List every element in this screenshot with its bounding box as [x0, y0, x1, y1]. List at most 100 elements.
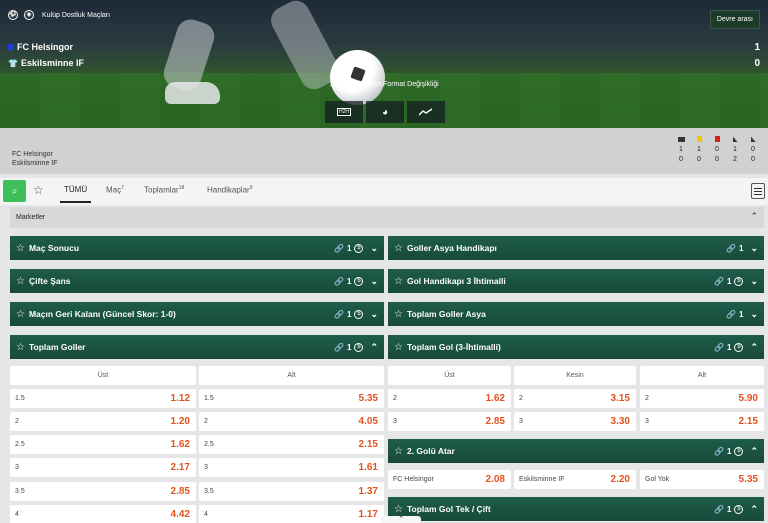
tab-match[interactable]: Maç7	[106, 185, 124, 195]
chevron-down-icon: ⌄	[750, 242, 758, 253]
dollar-icon: $	[734, 342, 744, 352]
home-team-name: FC Helsingor	[17, 42, 74, 52]
column-header-exact: Kesin	[514, 366, 636, 385]
tab-totals[interactable]: Toplamlar18	[144, 185, 184, 195]
market-title: Maç Sonucu	[28, 243, 80, 253]
dollar-icon: $	[734, 504, 744, 514]
market-count: 1	[727, 276, 732, 286]
home-team: FC Helsingor	[8, 42, 73, 52]
betslip-handle[interactable]: ⌃	[381, 516, 421, 523]
stats-button[interactable]: ◕	[366, 101, 404, 123]
market-count: 1	[739, 243, 744, 253]
star-icon[interactable]: ☆	[16, 309, 25, 320]
star-icon[interactable]: ☆	[394, 243, 403, 254]
odd-over-cell[interactable]: 2.5 1.62	[10, 435, 196, 454]
market-count: 1	[347, 309, 352, 319]
column-header-over: Üst	[10, 366, 196, 385]
odd-under-cell[interactable]: 2 4.05	[199, 412, 384, 431]
odd-over-cell[interactable]: 1.5 1.12	[10, 389, 196, 408]
stat-away-value: 0	[697, 156, 701, 163]
soccer-ball-icon: ⚽	[8, 10, 18, 20]
star-icon[interactable]: ☆	[16, 276, 25, 287]
world-icon: ◉	[24, 10, 34, 20]
odd-under-cell[interactable]: 2.5 2.15	[199, 435, 384, 454]
list-view-icon[interactable]	[751, 183, 765, 199]
odd-exact-cell[interactable]: 3 3.30	[514, 412, 636, 431]
odd-under-cell[interactable]: 4 1.17	[199, 505, 384, 523]
tab-handicaps[interactable]: Handikaplar9	[207, 185, 252, 195]
market-golu-atar[interactable]: ☆ 2. Golü Atar 🔗 1 $ ⌃	[388, 439, 764, 463]
odd-over-cell[interactable]: 3 2.17	[10, 458, 196, 477]
star-icon[interactable]: ☆	[16, 342, 25, 353]
market-title: Gol Handikapı 3 İhtimalli	[406, 276, 506, 286]
odd-over-cell[interactable]: 3 2.85	[388, 412, 511, 431]
odd-home-cell[interactable]: FC Helsingor 2.08	[388, 470, 511, 489]
column-header-over: Üst	[388, 366, 511, 385]
market-title: Toplam Goller Asya	[406, 309, 486, 319]
market-tabs: ⌕ ☆ TÜMÜ Maç7 Toplamlar18 Handikaplar9	[0, 178, 768, 205]
market-title: Toplam Gol (3-İhtimalli)	[406, 342, 501, 352]
market-toplam-goller-asya[interactable]: ☆ Toplam Goller Asya 🔗 1 ⌄	[388, 302, 764, 326]
market-title: Toplam Gol Tek / Çift	[406, 504, 491, 514]
match-info-text: 1 - 0, (1:0) Class Format Değişikliği	[329, 81, 439, 88]
link-icon: 🔗	[334, 276, 344, 286]
halftime-button[interactable]: Devre arası	[709, 10, 760, 29]
markets-header-label: Marketler	[16, 214, 46, 221]
odd-over-cell[interactable]: 3.5 2.85	[10, 482, 196, 501]
link-icon: 🔗	[714, 504, 724, 514]
home-score: 1	[754, 42, 760, 53]
chevron-up-icon: ⌃	[750, 445, 758, 456]
market-title: 2. Golü Atar	[406, 446, 455, 456]
star-icon[interactable]: ☆	[394, 342, 403, 353]
chevron-up-icon: ⌃	[750, 503, 758, 514]
shirt-icon: 👕	[8, 58, 18, 68]
star-icon[interactable]: ☆	[16, 243, 25, 254]
stat-away-value: 0	[751, 156, 755, 163]
search-icon: ⌕	[11, 185, 18, 197]
star-icon[interactable]: ☆	[394, 446, 403, 457]
star-icon[interactable]: ☆	[394, 309, 403, 320]
market-mac-sonucu[interactable]: ☆ Maç Sonucu 🔗 1 $ ⌄	[10, 236, 384, 260]
star-icon[interactable]: ☆	[394, 276, 403, 287]
markets-header[interactable]: Marketler ⌃	[10, 207, 764, 228]
favorites-star-icon[interactable]: ☆	[33, 183, 44, 197]
chevron-down-icon: ⌄	[750, 308, 758, 319]
odd-away-cell[interactable]: Eskilsminne IF 2.20	[514, 470, 636, 489]
tab-all[interactable]: TÜMÜ	[59, 185, 92, 203]
stat-away-value: 0	[715, 156, 719, 163]
market-cifte-sans[interactable]: ☆ Çifte Şans 🔗 1 $ ⌄	[10, 269, 384, 293]
odd-under-cell[interactable]: 3.5 1.37	[199, 482, 384, 501]
star-icon[interactable]: ☆	[394, 504, 403, 515]
search-button[interactable]: ⌕	[3, 180, 26, 202]
away-score: 0	[754, 58, 760, 69]
market-goller-asya-handikapi[interactable]: ☆ Goller Asya Handikapı 🔗 1 ⌄	[388, 236, 764, 260]
corner-flag-icon	[744, 135, 762, 143]
odd-over-cell[interactable]: 2 1.20	[10, 412, 196, 431]
market-toplam-goller[interactable]: ☆ Toplam Goller 🔗 1 $ ⌃	[10, 335, 384, 359]
odd-under-cell[interactable]: 2 5.90	[640, 389, 764, 408]
market-tek-cift[interactable]: ☆ Toplam Gol Tek / Çift 🔗 1 $ ⌃	[388, 497, 764, 521]
odd-under-cell[interactable]: 1.5 5.35	[199, 389, 384, 408]
odd-over-cell[interactable]: 2 1.62	[388, 389, 511, 408]
dollar-icon: $	[354, 243, 364, 253]
odd-no-goal-cell[interactable]: Gol Yok 5.35	[640, 470, 764, 489]
h2h-icon: H2H	[336, 108, 351, 116]
market-toplam-gol-3[interactable]: ☆ Toplam Gol (3-İhtimalli) 🔗 1 $ ⌃	[388, 335, 764, 359]
odd-under-cell[interactable]: 3 2.15	[640, 412, 764, 431]
market-geri-kalani[interactable]: ☆ Maçın Geri Kalanı (Güncel Skor: 1-0) 🔗…	[10, 302, 384, 326]
link-icon: 🔗	[334, 243, 344, 253]
market-gol-handikapi-3[interactable]: ☆ Gol Handikapı 3 İhtimalli 🔗 1 $ ⌄	[388, 269, 764, 293]
odd-over-cell[interactable]: 4 4.42	[10, 505, 196, 523]
market-count: 1	[347, 342, 352, 352]
odd-exact-cell[interactable]: 2 3.15	[514, 389, 636, 408]
stat-away-value: 0	[679, 156, 683, 163]
odd-under-cell[interactable]: 3 1.61	[199, 458, 384, 477]
h2h-button[interactable]: H2H	[325, 101, 363, 123]
match-hero: ⚽ ◉ Kulüp Dostluk Maçları Devre arası FC…	[0, 0, 768, 128]
chevron-down-icon: ⌄	[370, 242, 378, 253]
link-icon: 🔗	[726, 243, 736, 253]
dollar-icon: $	[734, 276, 744, 286]
trend-button[interactable]	[407, 101, 445, 123]
red-card-icon	[708, 135, 726, 143]
link-icon: 🔗	[714, 342, 724, 352]
